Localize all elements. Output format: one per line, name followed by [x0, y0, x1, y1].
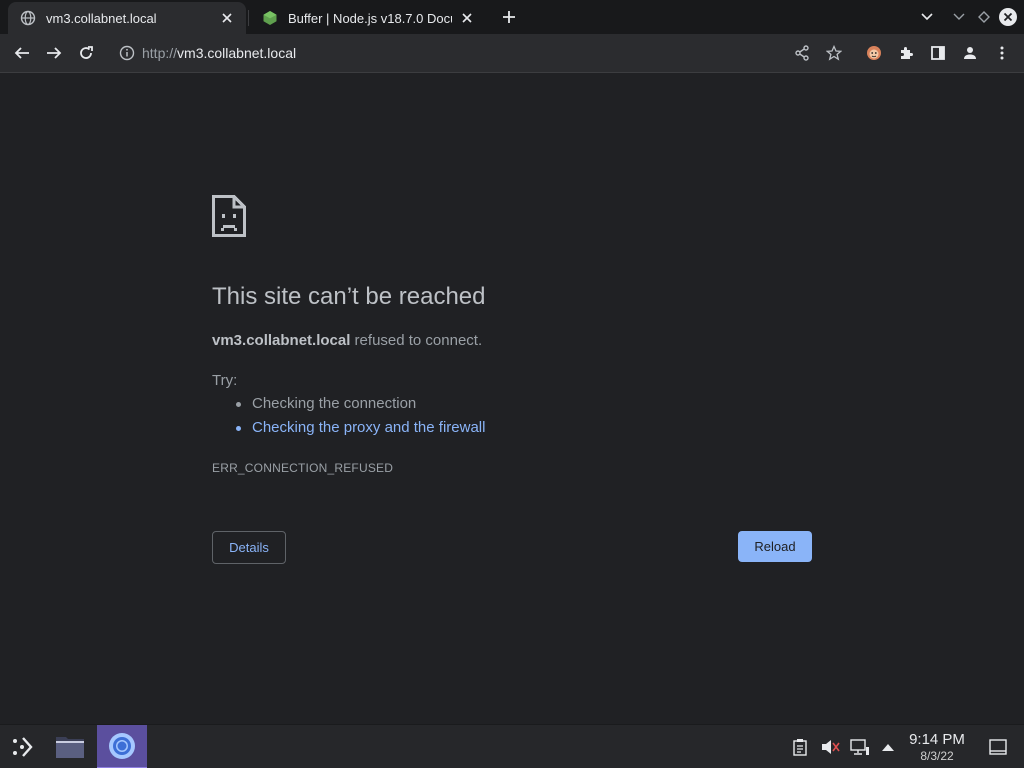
- tray-expand-arrow-icon[interactable]: [878, 725, 898, 768]
- tab-separator: [248, 10, 249, 26]
- taskbar: 9:14 PM 8/3/22: [0, 724, 1024, 768]
- browser-toolbar: http://vm3.collabnet.local: [0, 34, 1024, 73]
- nodejs-icon: [262, 10, 278, 26]
- share-icon[interactable]: [790, 41, 814, 65]
- error-host: vm3.collabnet.local: [212, 332, 351, 349]
- error-page: This site can’t be reached vm3.collabnet…: [0, 74, 1024, 724]
- error-summary-text: refused to connect.: [350, 332, 483, 349]
- tab-title: Buffer | Node.js v18.7.0 Docu: [288, 10, 452, 26]
- side-panel-icon[interactable]: [926, 41, 950, 65]
- tab-title: vm3.collabnet.local: [46, 10, 157, 26]
- clock-date: 8/3/22: [920, 749, 954, 763]
- clock[interactable]: 9:14 PM 8/3/22: [902, 731, 972, 763]
- url-text: http://vm3.collabnet.local: [142, 45, 297, 61]
- minimize-icon[interactable]: [950, 8, 968, 26]
- taskbar-browser-icon[interactable]: [97, 725, 147, 768]
- try-label: Try:: [212, 372, 238, 389]
- file-manager-icon[interactable]: [48, 725, 92, 768]
- volume-muted-icon[interactable]: [818, 725, 842, 768]
- suggestion-check-connection: Checking the connection: [212, 394, 485, 418]
- error-summary: vm3.collabnet.local refused to connect.: [212, 332, 482, 349]
- reload-button[interactable]: Reload: [738, 531, 812, 562]
- details-button[interactable]: Details: [212, 531, 286, 564]
- extensions-puzzle-icon[interactable]: [894, 41, 918, 65]
- forward-arrow-icon[interactable]: [42, 41, 66, 65]
- network-icon[interactable]: [848, 725, 872, 768]
- tab-search-icon[interactable]: [918, 8, 936, 26]
- close-window-icon[interactable]: [998, 7, 1018, 27]
- extension-monkey-icon[interactable]: [862, 41, 886, 65]
- error-title: This site can’t be reached: [212, 283, 486, 310]
- tab-vm3[interactable]: vm3.collabnet.local: [8, 2, 246, 34]
- show-desktop-icon[interactable]: [986, 725, 1010, 768]
- error-code: ERR_CONNECTION_REFUSED: [212, 461, 394, 475]
- back-arrow-icon[interactable]: [10, 41, 34, 65]
- menu-kebab-icon[interactable]: [990, 41, 1014, 65]
- maximize-icon[interactable]: [975, 8, 993, 26]
- suggestions-list: Checking the connection Checking the pro…: [212, 394, 485, 442]
- bookmark-star-icon[interactable]: [822, 41, 846, 65]
- new-tab-button[interactable]: [498, 6, 520, 28]
- suggestion-check-proxy-firewall-link[interactable]: Checking the proxy and the firewall: [212, 418, 485, 442]
- reload-icon[interactable]: [74, 41, 98, 65]
- sad-page-icon: [212, 195, 246, 237]
- globe-icon: [20, 10, 36, 26]
- tab-strip: vm3.collabnet.local Buffer | Node.js v18…: [0, 0, 1024, 34]
- close-tab-icon[interactable]: [218, 9, 236, 27]
- clipboard-icon[interactable]: [788, 725, 812, 768]
- profile-icon[interactable]: [958, 41, 982, 65]
- address-bar[interactable]: http://vm3.collabnet.local: [112, 38, 852, 68]
- tab-buffer-nodejs[interactable]: Buffer | Node.js v18.7.0 Docu: [250, 2, 486, 34]
- app-launcher-icon[interactable]: [0, 725, 44, 768]
- site-info-icon[interactable]: [118, 44, 136, 62]
- clock-time: 9:14 PM: [909, 731, 965, 748]
- close-tab-icon[interactable]: [458, 9, 476, 27]
